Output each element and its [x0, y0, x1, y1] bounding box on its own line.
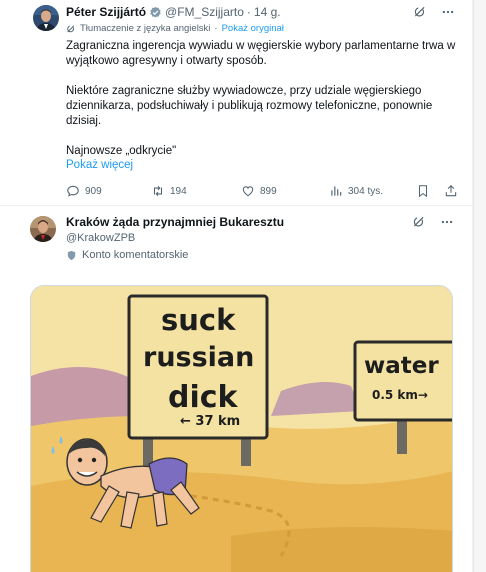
sign-right-distance: 0.5 km→: [372, 388, 428, 402]
grok-icon: [67, 24, 75, 32]
tweet-image[interactable]: suck russian dick ← 37 km water 0.5 km→: [30, 285, 453, 572]
repost-icon: [153, 185, 163, 197]
reply-icon: [67, 185, 79, 197]
like-count: 899: [260, 185, 277, 197]
share-button[interactable]: [444, 184, 458, 198]
bookmark-button[interactable]: [416, 184, 430, 198]
tweet-paragraph: Najnowsze „odkrycie": [66, 145, 177, 157]
tweet-actions: 909 194 899 304 tys.: [66, 182, 458, 200]
timeline-column: Péter Szijjártó @FM_Szijjarto · 14 g. Tł…: [0, 0, 473, 572]
translation-label: Tłumaczenie z języka angielski: [80, 23, 211, 34]
views-icon: [331, 186, 342, 196]
tweet-paragraph: Zagraniczna ingerencja wywiadu w węgiers…: [66, 40, 456, 67]
sign-left-line2: russian: [143, 342, 255, 373]
grok-icon[interactable]: [412, 215, 426, 229]
sign-left-line3: dick: [168, 380, 238, 415]
separator: ·: [246, 5, 251, 19]
sign-left-distance: ← 37 km: [180, 414, 241, 429]
timestamp[interactable]: 14 g.: [254, 5, 281, 20]
tweet-top-actions: [413, 5, 455, 19]
sign-right-line1: water: [364, 353, 439, 379]
author-name[interactable]: Péter Szijjártó: [66, 5, 146, 20]
author-handle[interactable]: @KrakowZPB: [66, 232, 135, 244]
show-more-link[interactable]: Pokaż więcej: [66, 159, 133, 171]
account-label: Konto komentatorskie: [66, 249, 188, 261]
reply-button[interactable]: 909: [66, 184, 102, 198]
account-label-text: Konto komentatorskie: [82, 249, 189, 261]
tweet[interactable]: Péter Szijjártó @FM_Szijjarto · 14 g. Tł…: [0, 0, 473, 206]
views-count: 304 tys.: [348, 185, 384, 197]
shield-icon: [67, 250, 76, 260]
repost-button[interactable]: 194: [151, 184, 187, 198]
views-button[interactable]: 304 tys.: [329, 184, 383, 198]
avatar[interactable]: [33, 5, 59, 31]
translation-notice: Tłumaczenie z języka angielski · Pokaż o…: [66, 23, 284, 34]
heart-icon: [242, 186, 254, 197]
like-button[interactable]: 899: [241, 184, 277, 198]
author-handle[interactable]: @FM_Szijjarto: [165, 5, 244, 20]
cartoon-illustration: [31, 286, 452, 572]
tweet-top-actions: [412, 215, 454, 229]
bookmark-icon: [418, 185, 428, 198]
sign-left-line1: suck: [161, 303, 236, 337]
scrollbar[interactable]: [473, 0, 486, 572]
reply-count: 909: [85, 185, 102, 197]
more-icon[interactable]: [440, 215, 454, 229]
tweet-paragraph: Niektóre zagraniczne służby wywiadowcze,…: [66, 85, 433, 127]
verified-badge-icon: [150, 6, 161, 18]
tweet-text: Zagraniczna ingerencja wywiadu w węgiers…: [66, 39, 458, 159]
more-icon[interactable]: [441, 5, 455, 19]
repost-count: 194: [170, 185, 187, 197]
grok-icon[interactable]: [413, 5, 427, 19]
tweet-header: Péter Szijjártó @FM_Szijjarto · 14 g.: [66, 5, 281, 20]
separator: ·: [214, 23, 218, 34]
author-name[interactable]: Kraków żąda przynajmniej Bukaresztu: [66, 215, 284, 230]
avatar[interactable]: [30, 216, 56, 242]
show-original-link[interactable]: Pokaż oryginał: [222, 23, 284, 34]
share-icon: [445, 185, 457, 197]
